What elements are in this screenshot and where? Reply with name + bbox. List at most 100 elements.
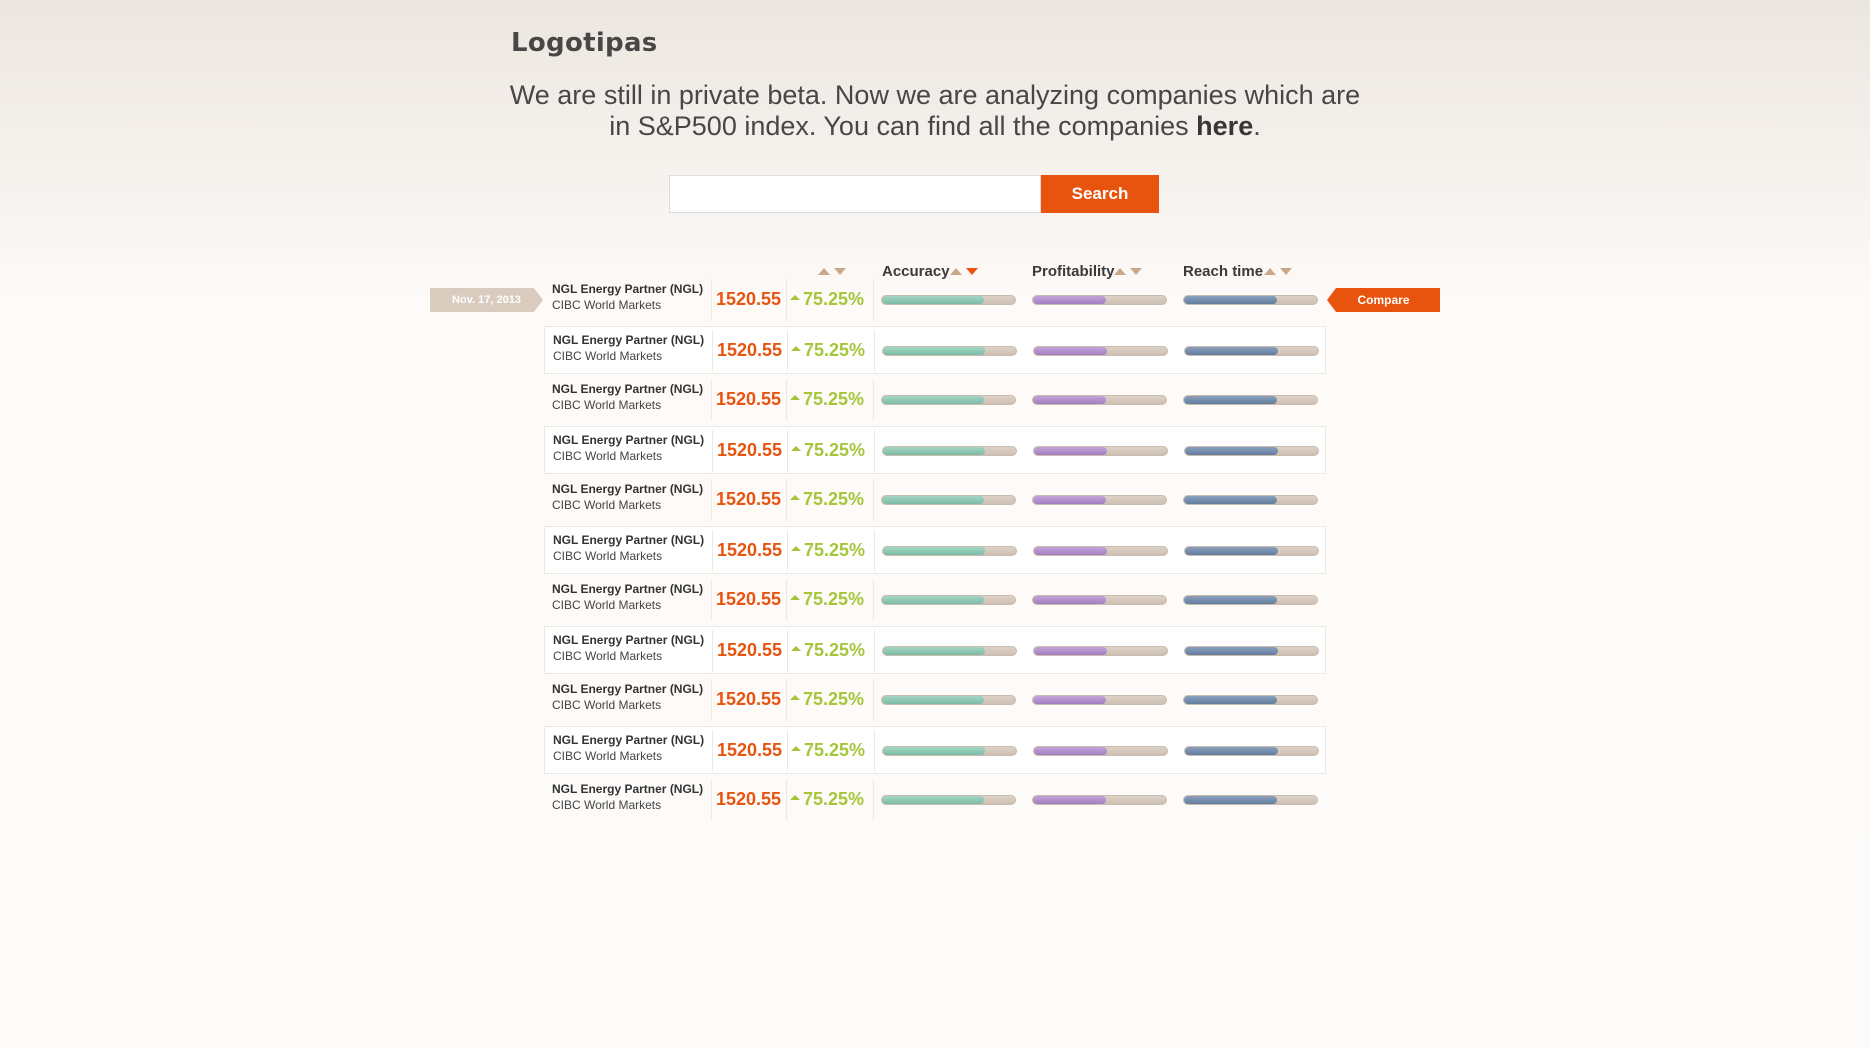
sort-desc-icon[interactable] bbox=[834, 268, 846, 275]
profitability-sort-arrows[interactable] bbox=[1114, 268, 1142, 275]
company-name[interactable]: NGL Energy Partner (NGL) bbox=[553, 733, 704, 747]
arrow-up-icon bbox=[791, 645, 801, 651]
compare-button[interactable]: Compare bbox=[1327, 288, 1440, 312]
accuracy-bar bbox=[882, 646, 1017, 656]
reach-time-bar-fill bbox=[1185, 347, 1279, 355]
table-row[interactable]: NGL Energy Partner (NGL) CIBC World Marke… bbox=[544, 776, 1326, 824]
column-divider bbox=[787, 730, 788, 772]
companies-link[interactable]: here bbox=[1196, 111, 1253, 141]
company-name[interactable]: NGL Energy Partner (NGL) bbox=[552, 582, 703, 596]
reach-time-bar bbox=[1184, 446, 1319, 456]
reach-time-bar-fill bbox=[1184, 796, 1278, 804]
table-row[interactable]: NGL Energy Partner (NGL) CIBC World Marke… bbox=[544, 326, 1326, 374]
column-divider bbox=[712, 530, 713, 572]
arrow-up-icon bbox=[790, 494, 800, 500]
price-value: 1520.55 bbox=[716, 389, 782, 409]
column-divider bbox=[786, 779, 787, 821]
profitability-bar bbox=[1033, 446, 1168, 456]
change-value: 75.25% bbox=[790, 489, 864, 510]
change-value: 75.25% bbox=[791, 640, 865, 661]
change-percent: 75.25% bbox=[804, 340, 866, 360]
profitability-bar bbox=[1032, 395, 1167, 405]
company-name[interactable]: NGL Energy Partner (NGL) bbox=[552, 482, 703, 496]
accuracy-sort-arrows[interactable] bbox=[950, 268, 978, 275]
company-name[interactable]: NGL Energy Partner (NGL) bbox=[553, 533, 704, 547]
reach-time-bar-fill bbox=[1185, 547, 1279, 555]
company-name[interactable]: NGL Energy Partner (NGL) bbox=[552, 682, 703, 696]
company-name[interactable]: NGL Energy Partner (NGL) bbox=[553, 433, 704, 447]
sort-desc-icon[interactable] bbox=[1130, 268, 1142, 275]
company-name[interactable]: NGL Energy Partner (NGL) bbox=[552, 782, 703, 796]
column-divider bbox=[873, 679, 874, 721]
arrow-up-icon bbox=[790, 394, 800, 400]
sort-asc-icon[interactable] bbox=[950, 268, 962, 275]
profitability-bar-fill bbox=[1033, 496, 1107, 504]
change-percent: 75.25% bbox=[803, 689, 865, 709]
table-row[interactable]: NGL Energy Partner (NGL) CIBC World Marke… bbox=[544, 626, 1326, 674]
table-row[interactable]: NGL Energy Partner (NGL) CIBC World Marke… bbox=[544, 726, 1326, 774]
sort-desc-icon[interactable] bbox=[1280, 268, 1292, 275]
search-input[interactable] bbox=[669, 175, 1041, 213]
company-name[interactable]: NGL Energy Partner (NGL) bbox=[552, 282, 703, 296]
intro-text: We are still in private beta. Now we are… bbox=[500, 80, 1370, 142]
sort-asc-icon[interactable] bbox=[1114, 268, 1126, 275]
price-value: 1520.55 bbox=[717, 440, 783, 460]
profitability-bar bbox=[1032, 595, 1167, 605]
sort-asc-icon[interactable] bbox=[1264, 268, 1276, 275]
change-percent: 75.25% bbox=[804, 540, 866, 560]
accuracy-bar-fill bbox=[883, 647, 986, 655]
change-percent: 75.25% bbox=[803, 389, 865, 409]
arrow-up-icon bbox=[790, 794, 800, 800]
table-row[interactable]: NGL Energy Partner (NGL) CIBC World Marke… bbox=[544, 426, 1326, 474]
accuracy-bar bbox=[882, 546, 1017, 556]
column-divider bbox=[786, 679, 787, 721]
table-row[interactable]: NGL Energy Partner (NGL) CIBC World Marke… bbox=[544, 276, 1326, 324]
change-sort-arrows[interactable] bbox=[818, 268, 846, 275]
company-name[interactable]: NGL Energy Partner (NGL) bbox=[553, 633, 704, 647]
column-divider bbox=[712, 630, 713, 672]
change-value: 75.25% bbox=[791, 440, 865, 461]
accuracy-bar-fill bbox=[883, 447, 986, 455]
profitability-bar-fill bbox=[1033, 396, 1107, 404]
change-percent: 75.25% bbox=[803, 489, 865, 509]
reach-time-sort-arrows[interactable] bbox=[1264, 268, 1292, 275]
column-divider bbox=[874, 630, 875, 672]
table-row[interactable]: NGL Energy Partner (NGL) CIBC World Marke… bbox=[544, 476, 1326, 524]
company-name[interactable]: NGL Energy Partner (NGL) bbox=[552, 382, 703, 396]
sort-desc-icon[interactable] bbox=[966, 268, 978, 275]
table-row[interactable]: NGL Energy Partner (NGL) CIBC World Marke… bbox=[544, 526, 1326, 574]
search-button[interactable]: Search bbox=[1041, 175, 1159, 213]
profitability-bar bbox=[1032, 695, 1167, 705]
accuracy-bar-fill bbox=[883, 747, 986, 755]
price-value: 1520.55 bbox=[716, 689, 782, 709]
profitability-bar-fill bbox=[1033, 296, 1107, 304]
reach-time-bar bbox=[1184, 346, 1319, 356]
reach-time-bar-fill bbox=[1184, 596, 1278, 604]
price-value: 1520.55 bbox=[716, 289, 782, 309]
profitability-bar bbox=[1033, 346, 1168, 356]
table-row[interactable]: NGL Energy Partner (NGL) CIBC World Marke… bbox=[544, 376, 1326, 424]
price-value: 1520.55 bbox=[717, 340, 783, 360]
change-value: 75.25% bbox=[790, 789, 864, 810]
price-value: 1520.55 bbox=[717, 540, 783, 560]
broker-name: CIBC World Markets bbox=[553, 749, 663, 763]
price-value: 1520.55 bbox=[716, 489, 782, 509]
profitability-bar-fill bbox=[1034, 447, 1108, 455]
broker-name: CIBC World Markets bbox=[552, 598, 662, 612]
table-row[interactable]: NGL Energy Partner (NGL) CIBC World Marke… bbox=[544, 676, 1326, 724]
company-name[interactable]: NGL Energy Partner (NGL) bbox=[553, 333, 704, 347]
profitability-bar bbox=[1033, 746, 1168, 756]
reach-time-bar bbox=[1183, 595, 1318, 605]
change-value: 75.25% bbox=[791, 740, 865, 761]
reach-time-bar-fill bbox=[1184, 496, 1278, 504]
broker-name: CIBC World Markets bbox=[553, 449, 663, 463]
reach-time-bar bbox=[1183, 495, 1318, 505]
column-divider bbox=[711, 579, 712, 621]
column-divider bbox=[874, 430, 875, 472]
column-divider bbox=[786, 579, 787, 621]
sort-asc-icon[interactable] bbox=[818, 268, 830, 275]
table-row[interactable]: NGL Energy Partner (NGL) CIBC World Marke… bbox=[544, 576, 1326, 624]
accuracy-bar-fill bbox=[883, 347, 986, 355]
change-percent: 75.25% bbox=[804, 740, 866, 760]
arrow-up-icon bbox=[791, 745, 801, 751]
